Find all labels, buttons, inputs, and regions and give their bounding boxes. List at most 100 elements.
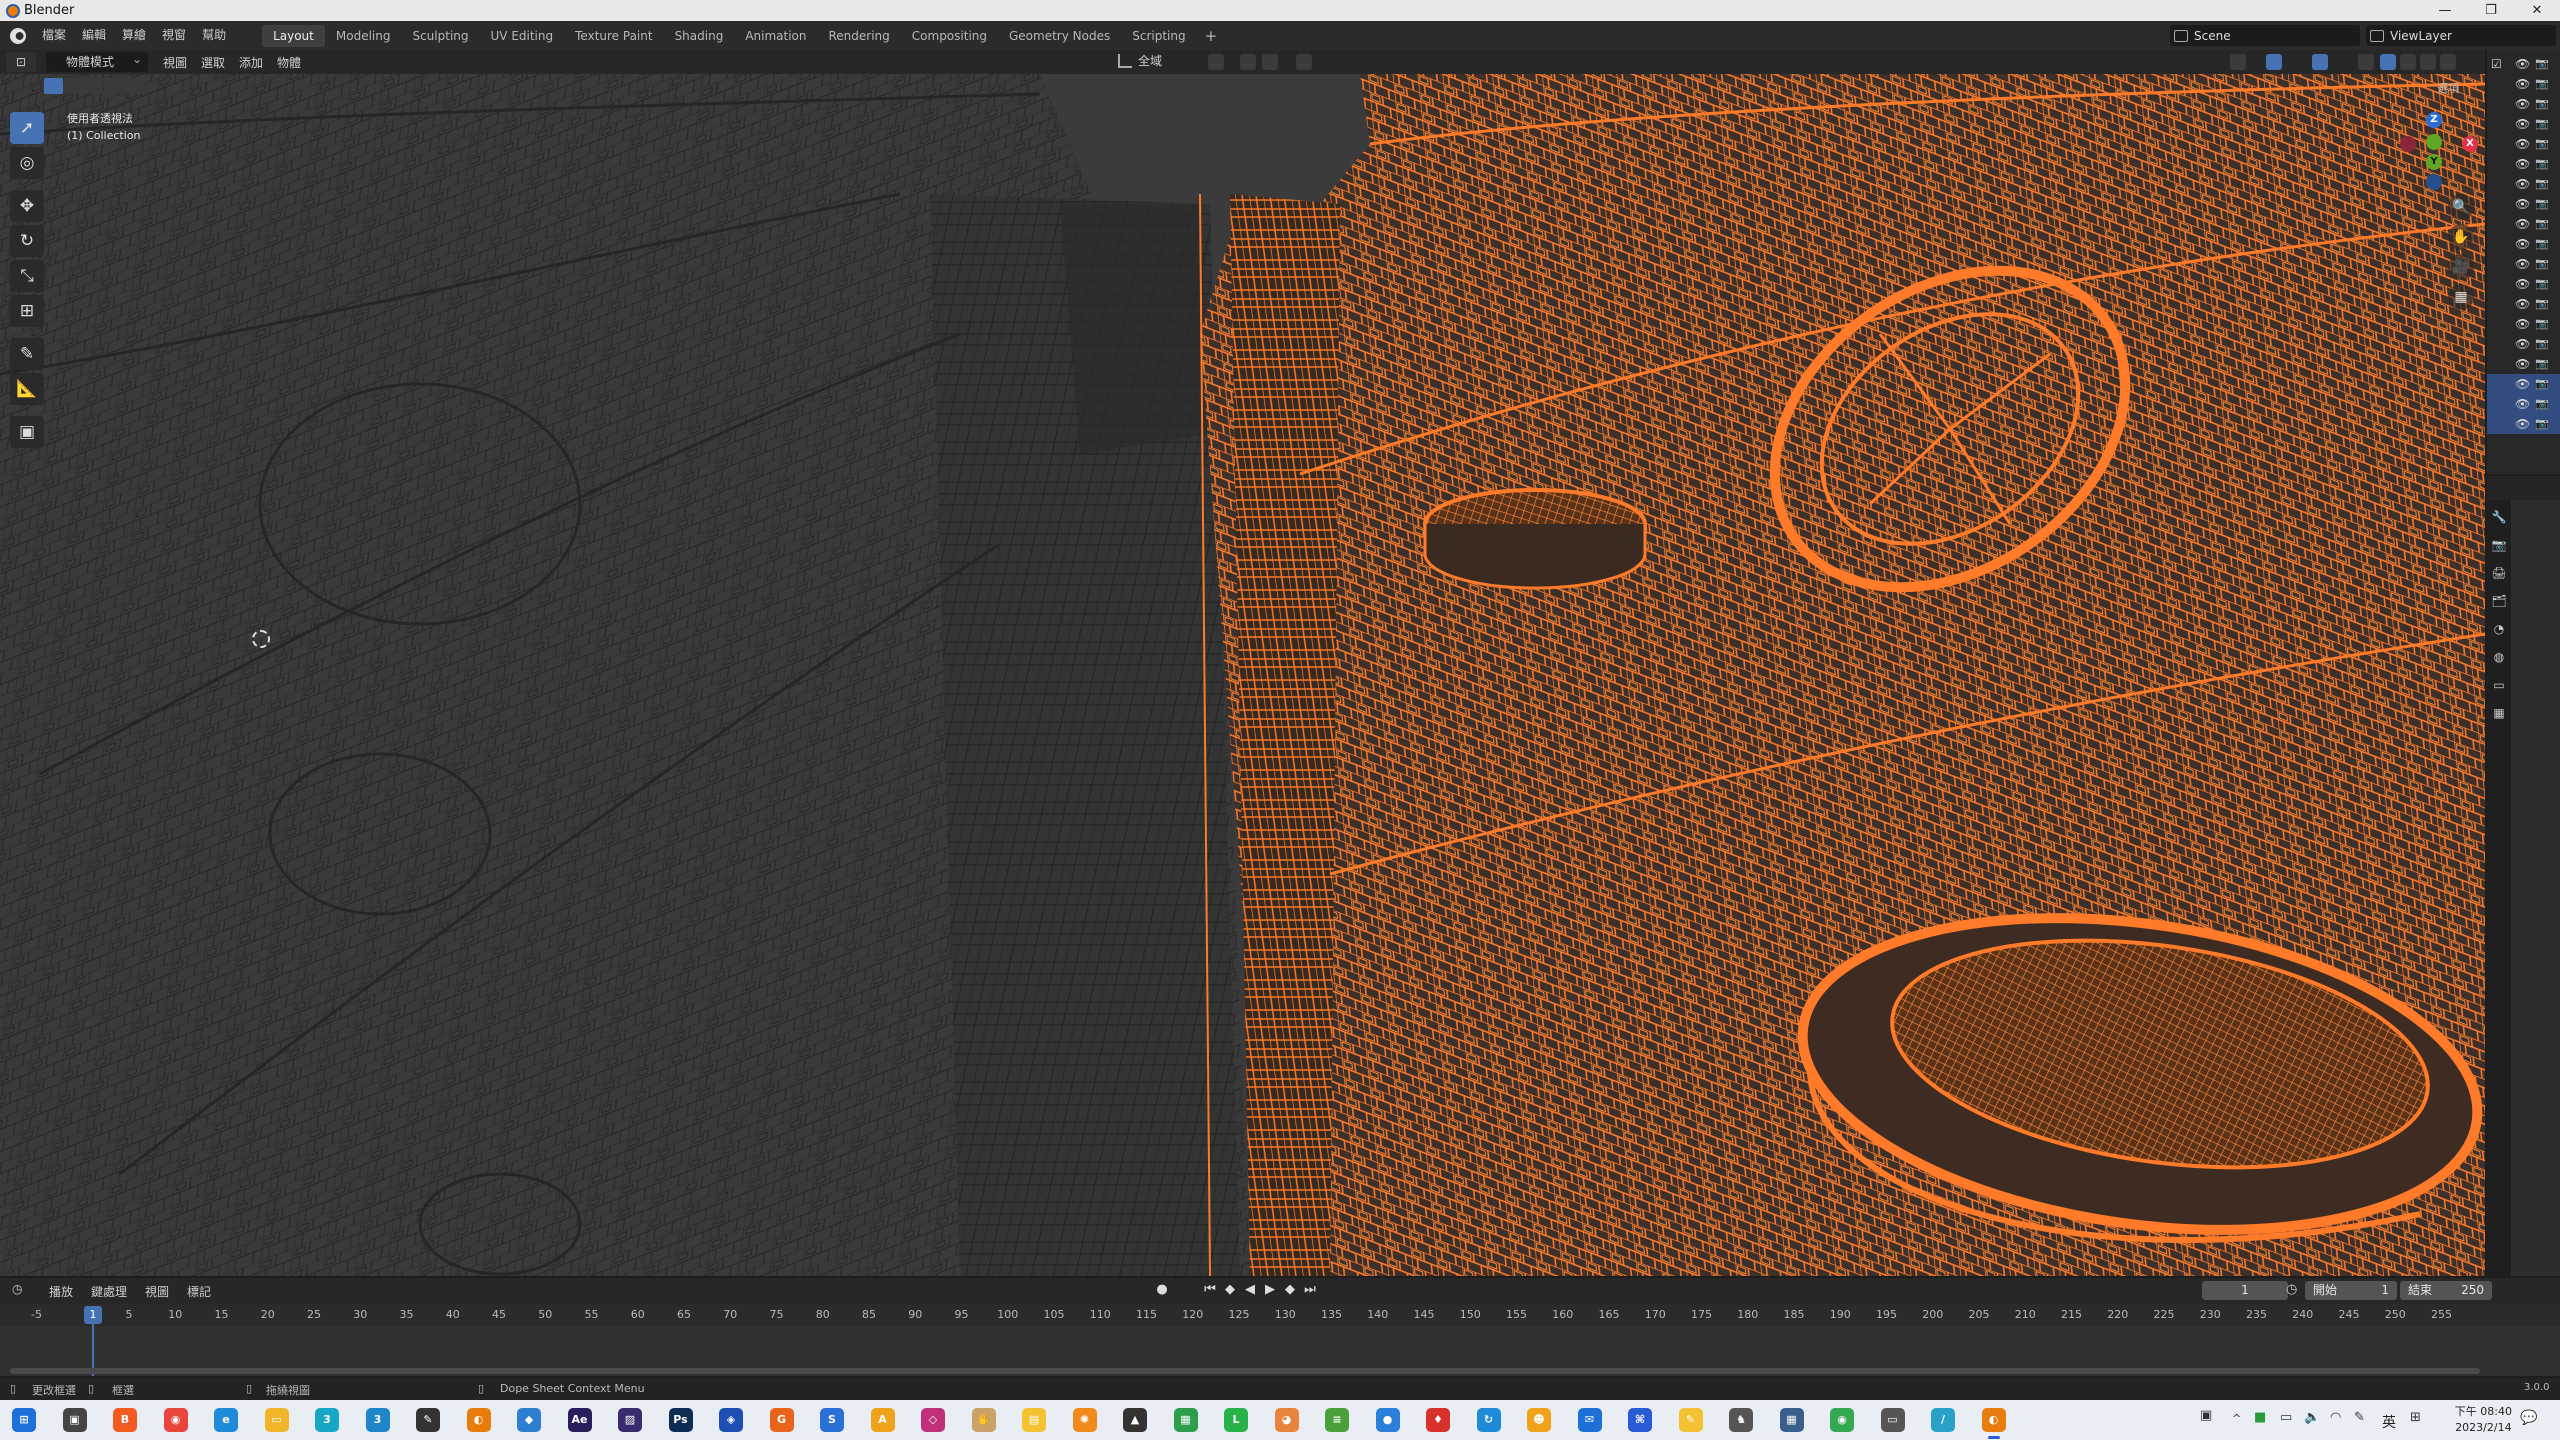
shading-wireframe-icon[interactable]	[2380, 54, 2396, 70]
render-icon[interactable]: 📷	[2535, 397, 2549, 411]
app-red-icon[interactable]: ♦	[1426, 1408, 1450, 1432]
pivot-icon[interactable]	[1208, 54, 1224, 70]
playhead[interactable]: 1	[84, 1306, 102, 1324]
chrome-alt-icon[interactable]: ◉	[1830, 1408, 1854, 1432]
shading-rendered-icon[interactable]	[2440, 54, 2456, 70]
object-mode-dropdown[interactable]: 物體模式	[46, 49, 148, 72]
tab-modeling[interactable]: Modeling	[325, 25, 402, 47]
line-icon[interactable]: L	[1224, 1408, 1248, 1432]
menu-add[interactable]: 添加	[232, 54, 270, 71]
eye-icon[interactable]: 👁	[2515, 257, 2530, 271]
scale-tool[interactable]: ⤡	[10, 260, 44, 292]
brave-icon[interactable]: B	[113, 1408, 137, 1432]
app-note-icon[interactable]: ▤	[1022, 1408, 1046, 1432]
rotate-tool[interactable]: ↻	[10, 225, 44, 257]
render-icon[interactable]: 📷	[2535, 357, 2549, 371]
tray-pen-icon[interactable]: ✎	[2354, 1410, 2365, 1425]
snap-icon[interactable]	[1240, 54, 1256, 70]
eye-icon[interactable]: 👁	[2515, 337, 2530, 351]
app-grid-icon[interactable]: ▦	[1173, 1408, 1198, 1432]
tab-sculpting[interactable]: Sculpting	[401, 25, 479, 47]
render-icon[interactable]: 📷	[2535, 57, 2549, 71]
render-icon[interactable]: 📷	[2535, 117, 2549, 131]
app-figure-icon[interactable]: ♞	[1729, 1408, 1753, 1432]
move-tool[interactable]: ✥	[10, 190, 44, 222]
app-diamond-icon[interactable]: ◆	[517, 1408, 541, 1432]
outliner-row[interactable]: 👁 📷	[2487, 74, 2560, 94]
select-mode-new[interactable]	[44, 78, 63, 94]
world-tab-icon[interactable]: ◍	[2488, 646, 2510, 668]
tab-texture-paint[interactable]: Texture Paint	[564, 25, 663, 47]
outliner-row[interactable]: 👁 📷	[2487, 154, 2560, 174]
eye-icon[interactable]: 👁	[2515, 57, 2530, 71]
eye-icon[interactable]: 👁	[2515, 237, 2530, 251]
navigation-gizmo[interactable]: Z Y X	[2388, 110, 2480, 200]
outliner-row[interactable]: 👁 📷	[2487, 394, 2560, 414]
render-icon[interactable]: 📷	[2535, 337, 2549, 351]
grid-icon[interactable]: ▦	[2448, 284, 2474, 310]
collection-tab-icon[interactable]: ▭	[2488, 674, 2510, 696]
app-chat-icon[interactable]: ✉	[1577, 1408, 1602, 1432]
frame-ruler[interactable]: -515101520253035404550556065707580859095…	[0, 1304, 2560, 1326]
select-mode-invert[interactable]	[104, 78, 123, 94]
select-mode-subtract[interactable]	[84, 78, 103, 94]
eye-icon[interactable]: 👁	[2515, 157, 2530, 171]
outliner-row[interactable]: 👁 📷	[2487, 194, 2560, 214]
texture-tab-icon[interactable]: ▦	[2488, 702, 2510, 724]
menu-playback[interactable]: 播放	[40, 1283, 82, 1300]
menu-view[interactable]: 視圖	[156, 54, 194, 71]
overlay-toggle-icon[interactable]	[2312, 54, 2328, 70]
photoshop-icon[interactable]: Ps	[668, 1408, 693, 1432]
app-a-icon[interactable]: A	[870, 1408, 895, 1432]
render-icon[interactable]: 📷	[2535, 177, 2549, 191]
tray-battery-icon[interactable]: ▭	[2280, 1410, 2292, 1425]
snap-target-icon[interactable]	[1262, 54, 1278, 70]
task-view-icon[interactable]: ▣	[62, 1408, 87, 1432]
clock-icon[interactable]: ◷	[2286, 1282, 2297, 1297]
app-drop-icon[interactable]: ●	[1375, 1408, 1400, 1432]
render-icon[interactable]: 📷	[2535, 137, 2549, 151]
render-icon[interactable]: 📷	[2535, 297, 2549, 311]
ime-language-indicator[interactable]: 英	[2382, 1412, 2396, 1432]
windows-start-icon[interactable]: ⊞	[12, 1408, 36, 1432]
tab-scripting[interactable]: Scripting	[1121, 25, 1196, 47]
minimize-button[interactable]: —	[2422, 0, 2468, 21]
outliner-row[interactable]: 👁 📷	[2487, 174, 2560, 194]
play-icon[interactable]: ▶	[1260, 1282, 1280, 1297]
play-reverse-icon[interactable]: ◀	[1240, 1282, 1260, 1297]
options-dropdown[interactable]: 選項	[2437, 80, 2459, 96]
next-keyframe-icon[interactable]: ◆	[1280, 1282, 1300, 1297]
maximize-button[interactable]: ❐	[2468, 0, 2514, 21]
render-icon[interactable]: 📷	[2535, 197, 2549, 211]
app-3b-icon[interactable]: 3	[365, 1408, 390, 1432]
add-workspace-button[interactable]: +	[1197, 27, 1226, 45]
scene-selector[interactable]: Scene	[2170, 25, 2360, 46]
tab-compositing[interactable]: Compositing	[901, 25, 998, 47]
app-pen-icon[interactable]: /	[1931, 1408, 1955, 1432]
menu-render[interactable]: 算繪	[114, 21, 154, 50]
select-box-tool[interactable]: ➚	[10, 112, 44, 144]
transform-tool[interactable]: ⊞	[10, 295, 44, 327]
editor-type-button[interactable]: ⊡	[6, 52, 36, 72]
close-button[interactable]: ✕	[2514, 0, 2560, 21]
camera-icon[interactable]: 🎥	[2448, 254, 2474, 280]
render-icon[interactable]: 📷	[2535, 257, 2549, 271]
scene-tab-icon[interactable]: ◔	[2488, 618, 2510, 640]
gizmo-y-axis-neg[interactable]	[2426, 134, 2442, 150]
shield-app-icon[interactable]: ◈	[719, 1408, 743, 1432]
annotate-tool[interactable]: ✎	[10, 338, 44, 370]
eye-icon[interactable]: 👁	[2515, 417, 2530, 431]
render-icon[interactable]: 📷	[2535, 377, 2549, 391]
notifications-widget-icon[interactable]: ▣	[2200, 1408, 2212, 1423]
menu-help[interactable]: 幫助	[194, 21, 234, 50]
outliner-row[interactable]: 👁 📷	[2487, 374, 2560, 394]
shading-material-icon[interactable]	[2420, 54, 2436, 70]
tray-ime-mode-icon[interactable]: ⊞	[2410, 1410, 2421, 1425]
jump-end-icon[interactable]: ⏭	[1300, 1282, 1320, 1297]
current-frame-field[interactable]: 1	[2202, 1281, 2288, 1300]
add-cube-tool[interactable]: ▣	[10, 416, 44, 448]
eye-icon[interactable]: 👁	[2515, 377, 2530, 391]
gizmo-x-axis[interactable]: X	[2462, 136, 2478, 152]
end-frame-field[interactable]: 結束 250	[2400, 1281, 2492, 1300]
tray-expand-icon[interactable]: ^	[2232, 1412, 2241, 1425]
